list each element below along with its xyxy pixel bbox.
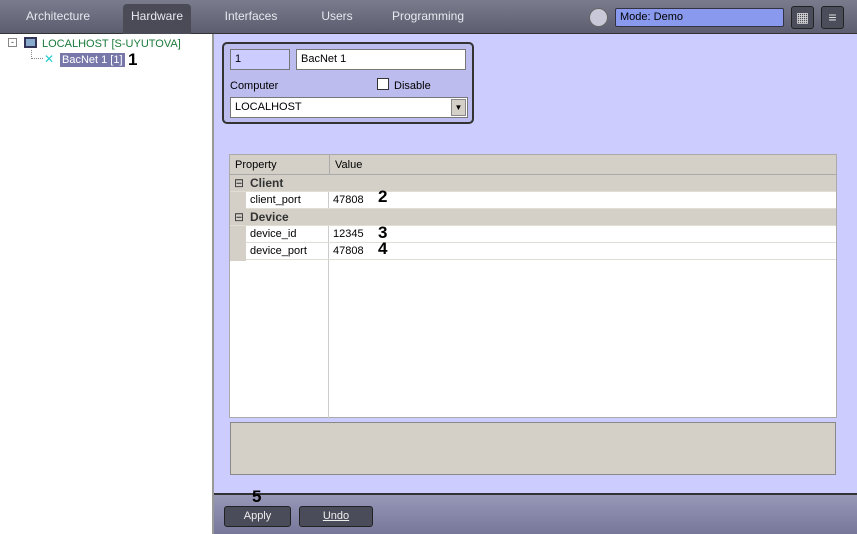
name-field[interactable]: BacNet 1 [296, 49, 466, 70]
mode-field[interactable]: Mode: Demo [615, 8, 784, 27]
collapse-icon[interactable]: - [8, 38, 17, 47]
grid-header: Property Value [230, 155, 836, 175]
description-box [230, 422, 836, 475]
tree-connector [31, 50, 43, 59]
bacnet-icon: ✕ [44, 52, 55, 66]
mode-gear-icon[interactable] [589, 8, 608, 27]
table-row[interactable]: client_port 47808 [246, 192, 836, 209]
tab-users[interactable]: Users [312, 4, 362, 34]
tab-architecture[interactable]: Architecture [14, 4, 102, 34]
bottom-bar: 5 Apply Undo [214, 487, 857, 534]
computer-icon [24, 37, 37, 48]
collapse-icon[interactable]: ⊟ [234, 209, 244, 226]
header-property: Property [235, 159, 277, 171]
tree-node-bacnet[interactable]: BacNet 1 [1] [60, 53, 125, 67]
disable-checkbox[interactable] [377, 78, 389, 90]
collapse-icon[interactable]: ⊟ [234, 175, 244, 192]
table-row[interactable]: device_id 12345 [246, 226, 836, 243]
computer-label: Computer [230, 80, 279, 92]
settings-panel: 1 BacNet 1 Computer Disable LOCALHOST ▼ … [216, 34, 857, 493]
tree-node-localhost[interactable]: LOCALHOST [S-UYUTOVA] [42, 38, 181, 50]
undo-button[interactable]: Undo [299, 506, 373, 527]
table-row[interactable]: device_port 47808 [246, 243, 836, 260]
category-device[interactable]: ⊟ Device [230, 209, 836, 226]
chevron-down-icon[interactable]: ▼ [451, 99, 466, 116]
marker-1: 1 [128, 50, 138, 69]
disable-label: Disable [394, 80, 431, 92]
id-field[interactable]: 1 [230, 49, 290, 70]
computer-select-value: LOCALHOST [235, 101, 302, 113]
marker-5: 5 [252, 487, 262, 506]
object-form: 1 BacNet 1 Computer Disable LOCALHOST ▼ [222, 42, 474, 124]
computer-select[interactable]: LOCALHOST ▼ [230, 97, 468, 118]
apply-button[interactable]: Apply [224, 506, 291, 527]
menu-icon[interactable]: ≡ [821, 6, 844, 29]
top-nav-bar: Architecture Hardware Interfaces Users P… [0, 0, 857, 34]
marker-4: 4 [378, 239, 388, 258]
property-grid: Property Value ⊟ Client client_port 47808 … [229, 154, 837, 419]
tab-interfaces[interactable]: Interfaces [216, 4, 286, 34]
tab-programming[interactable]: Programming [390, 4, 466, 34]
hardware-tree: - LOCALHOST [S-UYUTOVA] ✕ BacNet 1 [1] 1 [0, 34, 214, 534]
category-client[interactable]: ⊟ Client [230, 175, 836, 192]
tab-hardware[interactable]: Hardware [123, 4, 191, 34]
marker-2: 2 [378, 187, 388, 206]
layout-grid-icon[interactable]: ▦ [791, 6, 814, 29]
header-value: Value [329, 155, 362, 175]
